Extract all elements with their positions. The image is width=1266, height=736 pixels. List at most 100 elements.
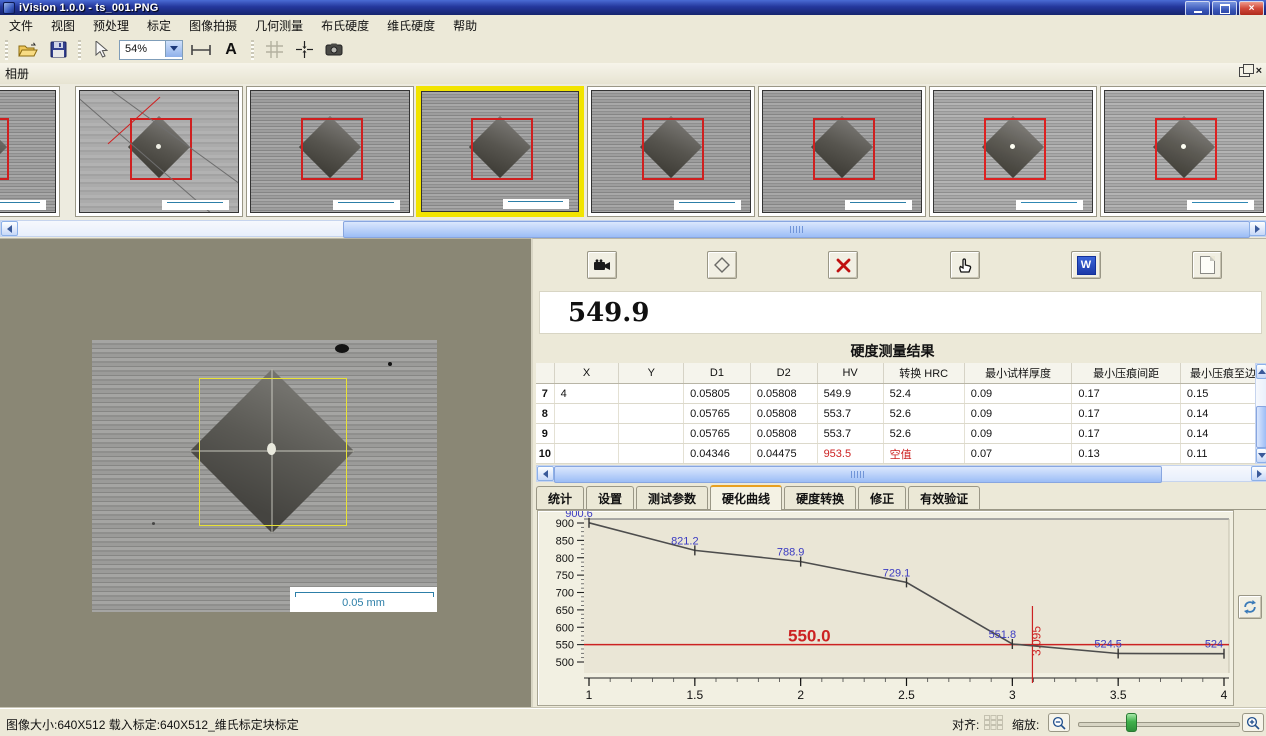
align-grid-icon[interactable] (984, 715, 1004, 733)
thumbnail-image (250, 90, 410, 213)
column-header[interactable]: 最小试样厚度 (964, 363, 1072, 384)
menu-item-file[interactable]: 文件 (0, 15, 42, 36)
manual-measure-button[interactable] (950, 251, 980, 279)
scroll-left-button[interactable] (537, 466, 554, 481)
arrow-up-icon (1258, 369, 1266, 374)
tab-hardness-conversion[interactable]: 硬度转换 (784, 486, 856, 509)
thumbnail[interactable] (0, 86, 60, 217)
scroll-right-button[interactable] (1249, 221, 1266, 236)
column-header[interactable]: D1 (684, 363, 751, 384)
album-close-icon[interactable]: × (1256, 66, 1262, 77)
hardening-chart[interactable]: 50055060065070075080085090011.522.533.54… (538, 511, 1233, 705)
scroll-down-button[interactable] (1256, 448, 1266, 463)
cursor-tool-button[interactable] (88, 38, 114, 62)
menu-item-preprocess[interactable]: 预处理 (84, 15, 138, 36)
scroll-up-button[interactable] (1256, 364, 1266, 379)
menu-item-vickers-hardness[interactable]: 维氏硬度 (378, 15, 444, 36)
tab-hardening-curve[interactable]: 硬化曲线 (710, 485, 782, 510)
application-window: iVision 1.0.0 - ts_001.PNG × 文件视图预处理标定图像… (0, 0, 1266, 736)
table-cell (554, 424, 619, 444)
column-header[interactable]: D2 (750, 363, 817, 384)
measure-scale-tool-button[interactable] (188, 38, 214, 62)
table-horizontal-scrollbar[interactable] (536, 465, 1266, 482)
zoom-out-button[interactable] (1048, 713, 1070, 732)
table-row[interactable]: 740.058050.05808549.952.40.090.170.15 (536, 384, 1266, 404)
thumbnail[interactable] (1100, 86, 1266, 217)
arrow-right-icon (1257, 470, 1262, 478)
tab-settings[interactable]: 设置 (586, 486, 634, 509)
thumbnail-selected[interactable] (416, 86, 584, 217)
float-panel-icon[interactable] (1239, 67, 1250, 77)
capture-image-button[interactable] (587, 251, 617, 279)
svg-text:2: 2 (797, 688, 804, 702)
thumbnail[interactable] (75, 86, 243, 217)
grid-toggle-button[interactable] (261, 38, 287, 62)
menu-item-geometric-measure[interactable]: 几何测量 (246, 15, 312, 36)
cursor-arrow-icon (94, 41, 108, 58)
save-button[interactable] (45, 38, 71, 62)
scrollbar-thumb[interactable] (554, 466, 1162, 483)
tab-validation[interactable]: 有效验证 (908, 486, 980, 509)
zoom-in-button[interactable] (1242, 713, 1264, 732)
column-header[interactable]: HV (817, 363, 883, 384)
table-cell: 0.05805 (684, 384, 751, 404)
svg-text:4: 4 (1221, 688, 1228, 702)
toolbar-grip[interactable] (78, 40, 81, 60)
snapshot-button[interactable] (321, 38, 347, 62)
scrollbar-thumb[interactable] (343, 221, 1250, 238)
minimize-button[interactable] (1185, 1, 1210, 16)
column-header[interactable]: 转换 HRC (883, 363, 964, 384)
thumbnail[interactable] (758, 86, 926, 217)
window-titlebar: iVision 1.0.0 - ts_001.PNG × (0, 0, 1266, 15)
tab-correction[interactable]: 修正 (858, 486, 906, 509)
zoom-slider-thumb[interactable] (1126, 713, 1137, 732)
analysis-tabs: 统计设置测试参数硬化曲线硬度转换修正有效验证 (536, 487, 1266, 510)
column-header[interactable]: 最小压痕至边 (1180, 363, 1265, 384)
image-viewer[interactable]: 0.05 mm (0, 238, 531, 709)
open-file-button[interactable] (15, 38, 41, 62)
combobox-dropdown-button[interactable] (165, 41, 182, 57)
refresh-chart-button[interactable] (1238, 595, 1262, 619)
tab-statistics[interactable]: 统计 (536, 486, 584, 509)
toolbar-grip[interactable] (5, 40, 8, 60)
menu-item-image-capture[interactable]: 图像拍摄 (180, 15, 246, 36)
center-view-button[interactable] (291, 38, 317, 62)
menu-item-calibration[interactable]: 标定 (138, 15, 180, 36)
toolbar-grip[interactable] (251, 40, 254, 60)
specimen-image[interactable]: 0.05 mm (92, 340, 437, 612)
thumbnail[interactable] (587, 86, 755, 217)
svg-text:524: 524 (1205, 639, 1223, 651)
thumbnail[interactable] (929, 86, 1097, 217)
close-button[interactable]: × (1239, 1, 1264, 16)
album-title: 相册 (0, 65, 29, 82)
zoom-slider[interactable] (1078, 722, 1240, 727)
thumbnail-image (0, 90, 56, 213)
column-header[interactable]: X (554, 363, 619, 384)
table-row[interactable]: 90.057650.05808553.752.60.090.170.14 (536, 424, 1266, 444)
scroll-right-button[interactable] (1251, 466, 1266, 481)
menu-item-help[interactable]: 帮助 (444, 15, 486, 36)
scrollbar-thumb[interactable] (1256, 406, 1266, 448)
thumbnail-scrollbar[interactable] (0, 220, 1266, 237)
export-word-button[interactable]: W (1071, 251, 1101, 279)
detect-indentation-button[interactable] (707, 251, 737, 279)
scroll-left-button[interactable] (1, 221, 18, 236)
camera-icon (325, 43, 343, 56)
maximize-button[interactable] (1212, 1, 1237, 16)
table-row[interactable]: 80.057650.05808553.752.60.090.170.14 (536, 404, 1266, 424)
arrow-right-icon (1255, 225, 1260, 233)
thumbnail[interactable] (246, 86, 414, 217)
new-report-button[interactable] (1192, 251, 1222, 279)
tab-test-params[interactable]: 测试参数 (636, 486, 708, 509)
column-header[interactable]: Y (619, 363, 684, 384)
column-header[interactable]: 最小压痕间距 (1072, 363, 1181, 384)
zoom-level-combobox[interactable]: 54% (119, 40, 183, 60)
delete-measurement-button[interactable] (828, 251, 858, 279)
menu-item-view[interactable]: 视图 (42, 15, 84, 36)
scale-bar-label: 0.05 mm (290, 597, 437, 609)
column-header[interactable] (536, 363, 554, 384)
menu-item-brinell-hardness[interactable]: 布氏硬度 (312, 15, 378, 36)
text-annotation-button[interactable]: A (218, 38, 244, 62)
table-vertical-scrollbar[interactable] (1255, 363, 1266, 464)
table-row[interactable]: 100.043460.04475953.5空值0.070.130.11 (536, 444, 1266, 464)
